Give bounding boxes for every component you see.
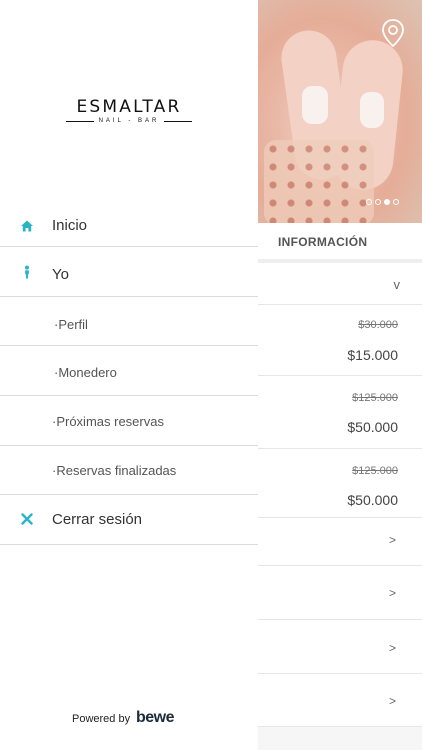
submenu-item-reservas-finalizadas[interactable]: ·Reservas finalizadas — [0, 446, 258, 495]
old-price: $125.000 — [352, 392, 398, 404]
hero-nail — [302, 86, 328, 124]
section-header: INFORMACIÓN — [258, 223, 422, 259]
service-row[interactable]: $30.000 $15.000 — [258, 305, 422, 376]
price: $50.000 — [347, 419, 398, 435]
carousel-indicator[interactable] — [366, 199, 399, 205]
nav-row[interactable]: > — [258, 566, 422, 620]
logout-button[interactable]: Cerrar sesión — [0, 495, 258, 545]
nav-row[interactable]: > — [258, 518, 422, 566]
menu-item-yo[interactable]: Yo — [0, 247, 258, 297]
close-icon — [21, 513, 33, 525]
person-icon — [25, 265, 29, 279]
carousel-dot-active[interactable] — [384, 199, 390, 205]
submenu-item-proximas-reservas[interactable]: ·Próximas reservas — [0, 396, 258, 446]
background-screen: INFORMACIÓN v $30.000 $15.000 $125.000 $… — [258, 0, 422, 750]
logo-wordmark: ESMALTAR — [76, 97, 182, 117]
old-price: $30.000 — [358, 319, 398, 331]
chevron-right-icon: > — [388, 694, 396, 708]
menu-item-inicio[interactable]: Inicio — [0, 202, 258, 247]
service-row[interactable]: $125.000 $50.000 — [258, 449, 422, 518]
hero-image — [258, 0, 422, 223]
chevron-right-icon: > — [388, 533, 396, 547]
menu-label: Inicio — [52, 217, 88, 234]
price: $50.000 — [347, 492, 398, 508]
nav-row[interactable]: > — [258, 620, 422, 674]
home-icon — [21, 220, 33, 232]
submenu-label: ·Reservas finalizadas — [52, 463, 177, 478]
service-row[interactable]: $125.000 $50.000 — [258, 376, 422, 449]
carousel-dot[interactable] — [366, 199, 372, 205]
bewe-wordmark: bewe — [136, 709, 175, 726]
logout-label: Cerrar sesión — [52, 511, 143, 528]
menu-label: Yo — [52, 266, 69, 283]
brand-logo: ESMALTAR NAIL - BAR — [66, 97, 192, 125]
submenu-label: ·Monedero — [54, 365, 117, 380]
nav-row[interactable]: > — [258, 674, 422, 727]
chevron-down-icon: v — [393, 277, 401, 292]
section-title: INFORMACIÓN — [278, 235, 368, 249]
price: $15.000 — [347, 347, 398, 363]
info-expand-row[interactable]: v — [258, 259, 422, 305]
submenu-label: ·Próximas reservas — [52, 414, 164, 429]
side-drawer: ESMALTAR NAIL - BAR Inicio Yo ·Perfil ·M… — [0, 0, 258, 750]
submenu-item-perfil[interactable]: ·Perfil — [0, 297, 258, 346]
carousel-dot[interactable] — [375, 199, 381, 205]
chevron-right-icon: > — [388, 641, 396, 655]
hero-pattern — [264, 140, 374, 223]
logo-rule — [164, 121, 192, 122]
powered-by-label: Powered by — [72, 713, 131, 725]
chevron-right-icon: > — [388, 586, 396, 600]
bewe-logo[interactable]: bewe — [136, 709, 175, 727]
hero-nail — [360, 92, 384, 128]
old-price: $125.000 — [352, 465, 398, 477]
submenu-item-monedero[interactable]: ·Monedero — [0, 346, 258, 396]
carousel-dot[interactable] — [393, 199, 399, 205]
location-pin-icon[interactable] — [382, 19, 404, 47]
submenu-label: ·Perfil — [54, 317, 88, 332]
